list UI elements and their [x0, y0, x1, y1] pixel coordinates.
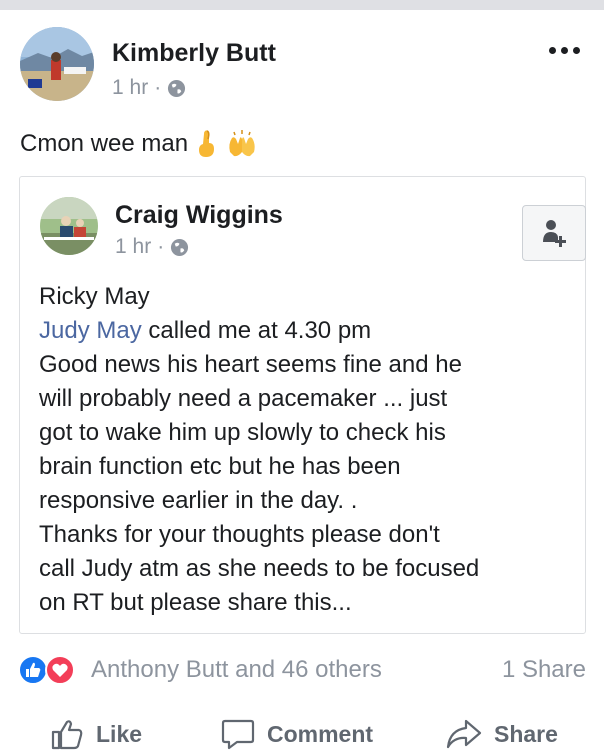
body-line: Ricky May: [39, 283, 150, 310]
mention-link[interactable]: Judy May: [39, 317, 142, 344]
shared-post-meta: 1 hr ·: [115, 235, 189, 259]
post-time[interactable]: 1 hr: [112, 76, 148, 100]
post-text: Cmon wee man: [20, 129, 258, 159]
reaction-summary[interactable]: Anthony Butt and 46 others: [91, 656, 382, 684]
meta-separator: ·: [154, 76, 162, 99]
love-reaction-icon: [45, 655, 75, 685]
action-bar: Like Comment Share: [0, 712, 604, 750]
reactions-row: Anthony Butt and 46 others 1 Share: [18, 652, 588, 688]
author-avatar[interactable]: [20, 27, 94, 101]
meta-separator: ·: [157, 235, 165, 258]
globe-icon: [171, 238, 189, 256]
fingers-crossed-icon: [199, 130, 215, 157]
body-line: got to wake him up slowly to check his: [39, 419, 446, 446]
thumbs-up-icon: [51, 720, 83, 750]
shared-author-avatar[interactable]: [40, 197, 98, 255]
body-line: brain function etc but he has been: [39, 453, 401, 480]
body-line: Good news his heart seems fine and he: [39, 351, 462, 378]
shared-post-card[interactable]: Craig Wiggins 1 hr · Ricky May Judy May …: [19, 176, 586, 634]
add-friend-button[interactable]: [522, 205, 586, 261]
comment-button[interactable]: Comment: [221, 718, 373, 750]
share-label: Share: [494, 720, 558, 747]
post-header: Kimberly Butt 1 hr ·: [20, 27, 590, 101]
shared-author-name[interactable]: Craig Wiggins: [115, 201, 283, 230]
shared-post-body: Ricky May Judy May called me at 4.30 pm …: [39, 280, 579, 620]
comment-icon: [221, 719, 255, 750]
post-message: Cmon wee man: [20, 130, 189, 157]
body-line: will probably need a pacemaker ... just: [39, 385, 448, 412]
body-line: call Judy atm as she needs to be focused: [39, 555, 480, 582]
top-divider-bar: [0, 0, 604, 10]
raised-hands-icon: [229, 130, 255, 157]
share-button[interactable]: Share: [446, 718, 558, 750]
share-count[interactable]: 1 Share: [502, 656, 586, 684]
shared-post-time[interactable]: 1 hr: [115, 235, 151, 259]
globe-icon: [168, 79, 186, 97]
add-friend-icon: [543, 220, 566, 247]
body-line: Thanks for your thoughts please don't: [39, 521, 440, 548]
body-line-text: called me at 4.30 pm: [148, 317, 372, 344]
reaction-icons[interactable]: [18, 655, 82, 685]
like-label: Like: [96, 720, 143, 747]
like-reaction-icon: [18, 655, 48, 685]
body-line: on RT but please share this...: [39, 589, 352, 616]
body-line-mention: Judy May called me at 4.30 pm: [39, 314, 579, 348]
more-options-icon[interactable]: [549, 47, 580, 54]
post-meta: 1 hr ·: [112, 76, 186, 100]
comment-label: Comment: [267, 720, 374, 747]
like-button[interactable]: Like: [50, 718, 142, 750]
body-line: responsive earlier in the day. .: [39, 487, 358, 514]
share-arrow-icon: [446, 719, 482, 749]
post-author-name[interactable]: Kimberly Butt: [112, 39, 276, 68]
